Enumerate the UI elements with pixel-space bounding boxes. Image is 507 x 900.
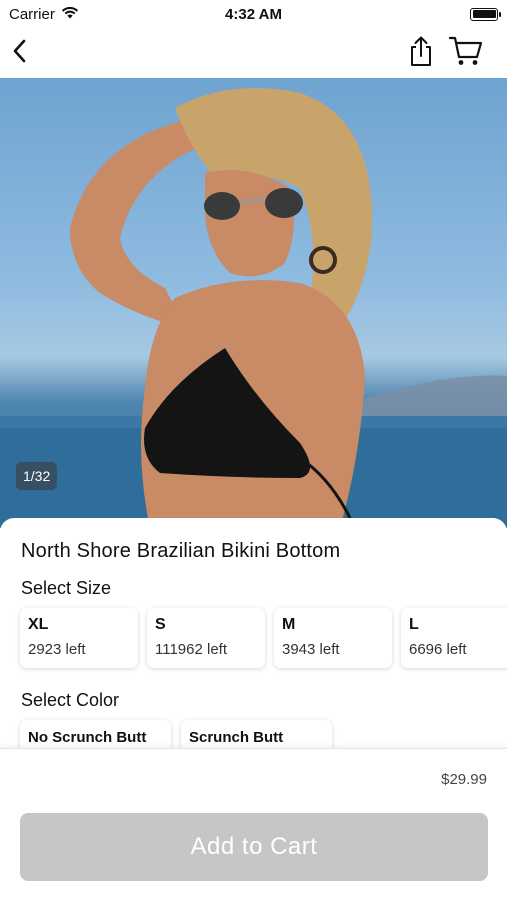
size-option-s[interactable]: S 111962 left bbox=[147, 608, 265, 668]
share-icon bbox=[407, 35, 435, 72]
status-bar: Carrier 4:32 AM bbox=[0, 0, 507, 28]
color-name: Scrunch Butt bbox=[189, 729, 284, 746]
color-option-scrunch-butt[interactable]: Scrunch Butt bbox=[181, 720, 332, 750]
battery-icon bbox=[470, 7, 501, 21]
share-button[interactable] bbox=[407, 35, 435, 72]
back-button[interactable] bbox=[10, 38, 30, 69]
size-stock: 2923 left bbox=[28, 641, 86, 658]
size-stock: 111962 left bbox=[155, 641, 228, 658]
wifi-icon bbox=[61, 5, 79, 23]
size-options: XL 2923 left S 111962 left M 3943 left L… bbox=[20, 608, 507, 668]
size-name: L bbox=[409, 616, 419, 633]
product-details-sheet: North Shore Brazilian Bikini Bottom Sele… bbox=[0, 518, 507, 750]
cart-icon bbox=[448, 35, 483, 72]
add-to-cart-button[interactable]: Add to Cart bbox=[20, 813, 488, 881]
chevron-left-icon bbox=[10, 38, 30, 69]
size-name: XL bbox=[28, 616, 49, 633]
cart-button[interactable] bbox=[448, 35, 483, 72]
price-label: $29.99 bbox=[441, 771, 487, 788]
nav-bar bbox=[0, 28, 507, 78]
size-stock: 6696 left bbox=[409, 641, 467, 658]
purchase-footer: $29.99 Add to Cart bbox=[0, 748, 507, 900]
size-name: S bbox=[155, 616, 166, 633]
color-options: No Scrunch Butt Scrunch Butt bbox=[20, 720, 332, 750]
size-stock: 3943 left bbox=[282, 641, 340, 658]
product-image-gallery[interactable]: 1/32 bbox=[0, 78, 507, 528]
size-option-l[interactable]: L 6696 left bbox=[401, 608, 507, 668]
size-name: M bbox=[282, 616, 296, 633]
color-option-no-scrunch-butt[interactable]: No Scrunch Butt bbox=[20, 720, 171, 750]
product-photo bbox=[0, 88, 507, 528]
select-size-label: Select Size bbox=[21, 578, 112, 598]
carrier-label: Carrier bbox=[9, 5, 55, 23]
select-color-label: Select Color bbox=[21, 690, 120, 710]
nav-actions bbox=[407, 35, 497, 72]
product-title: North Shore Brazilian Bikini Bottom bbox=[21, 540, 341, 562]
color-name: No Scrunch Butt bbox=[28, 729, 147, 746]
status-left: Carrier bbox=[9, 5, 79, 23]
size-option-xl[interactable]: XL 2923 left bbox=[20, 608, 138, 668]
page-indicator: 1/32 bbox=[16, 462, 58, 490]
size-option-m[interactable]: M 3943 left bbox=[274, 608, 392, 668]
